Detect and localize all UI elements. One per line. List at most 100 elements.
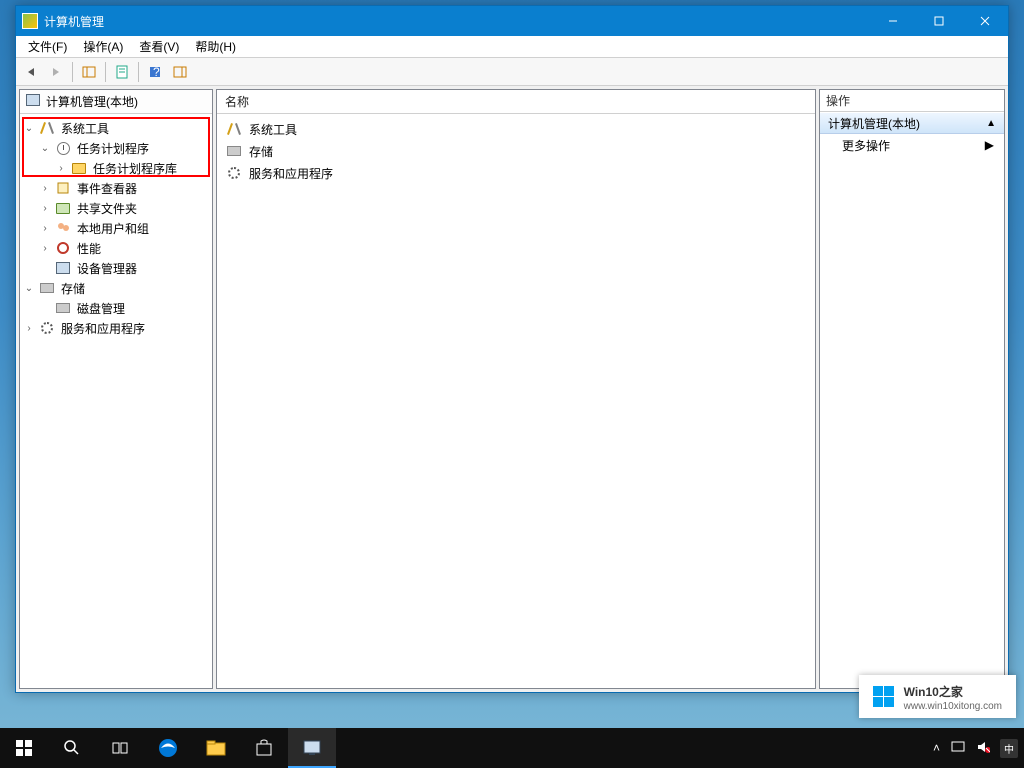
expand-icon[interactable]: › [38,181,52,195]
tree-label: 任务计划程序库 [90,159,180,178]
taskbar-explorer[interactable] [192,728,240,768]
tree-label: 本地用户和组 [74,219,152,238]
tools-icon [39,120,55,136]
disk-icon [55,300,71,316]
folder-icon [71,160,87,176]
toolbar-separator [105,62,106,82]
show-hide-tree-button[interactable] [78,61,100,83]
tree-label: 事件查看器 [74,179,140,198]
expand-icon[interactable] [38,261,52,275]
clock-icon [55,140,71,156]
list-item[interactable]: 系统工具 [221,118,811,140]
expand-icon[interactable] [38,301,52,315]
column-header-label: 名称 [225,93,249,110]
action-more[interactable]: 更多操作 ▶ [820,134,1004,156]
minimize-button[interactable] [870,6,916,36]
details-list: 系统工具 存储 服务和应用程序 [217,114,815,188]
navigation-tree: ⌄ 系统工具 ⌄ 任务计划程序 › 任务计划程序库 › 事件查看 [20,114,212,342]
performance-icon [55,240,71,256]
expand-icon[interactable]: ⌄ [22,281,36,295]
volume-icon[interactable] [976,740,990,757]
forward-button[interactable] [45,61,67,83]
actions-title-label: 操作 [826,92,850,109]
expand-icon[interactable]: › [38,201,52,215]
menu-action[interactable]: 操作(A) [75,36,131,57]
tree-node-disk-management[interactable]: 磁盘管理 [22,298,210,318]
expand-icon[interactable]: ⌄ [22,121,36,135]
list-item-label: 系统工具 [249,121,297,138]
properties-button[interactable] [111,61,133,83]
search-button[interactable] [48,728,96,768]
menu-bar: 文件(F) 操作(A) 查看(V) 帮助(H) [16,36,1008,58]
toolbar: ? [16,58,1008,86]
title-bar[interactable]: 计算机管理 [16,6,1008,36]
menu-help[interactable]: 帮助(H) [187,36,244,57]
svg-text:?: ? [153,65,160,79]
start-button[interactable] [0,728,48,768]
watermark-title-zh: 之家 [939,685,963,699]
chevron-up-icon: ▲ [986,118,996,129]
tree-node-device-manager[interactable]: 设备管理器 [22,258,210,278]
tree-label: 系统工具 [58,119,112,138]
tray-chevron-icon[interactable]: ˄ [933,741,940,755]
menu-file[interactable]: 文件(F) [20,36,75,57]
tree-root-header[interactable]: 计算机管理(本地) [20,90,212,114]
close-button[interactable] [962,6,1008,36]
network-icon[interactable] [950,740,966,757]
expand-icon[interactable]: › [38,221,52,235]
actions-category-label: 计算机管理(本地) [828,115,920,132]
show-actions-button[interactable] [169,61,191,83]
event-icon [55,180,71,196]
services-icon [225,164,243,182]
tree-label: 服务和应用程序 [58,319,148,338]
tree-label: 共享文件夹 [74,199,140,218]
tree-node-performance[interactable]: › 性能 [22,238,210,258]
device-icon [55,260,71,276]
tree-node-event-viewer[interactable]: › 事件查看器 [22,178,210,198]
watermark-title-en: Win10 [904,685,939,699]
watermark-url: www.win10xitong.com [904,701,1002,712]
list-item[interactable]: 存储 [221,140,811,162]
expand-icon[interactable]: › [22,321,36,335]
tree-label: 设备管理器 [74,259,140,278]
maximize-button[interactable] [916,6,962,36]
list-item[interactable]: 服务和应用程序 [221,162,811,184]
actions-panel: 操作 计算机管理(本地) ▲ 更多操作 ▶ [819,89,1005,689]
taskbar-computer-management[interactable] [288,728,336,768]
tools-icon [225,120,243,138]
tree-label: 性能 [74,239,104,258]
tree-node-services-apps[interactable]: › 服务和应用程序 [22,318,210,338]
tree-node-shared-folders[interactable]: › 共享文件夹 [22,198,210,218]
windows-logo-icon [873,686,894,707]
toolbar-separator [138,62,139,82]
help-button[interactable]: ? [144,61,166,83]
actions-category[interactable]: 计算机管理(本地) ▲ [820,112,1004,134]
computer-management-window: 计算机管理 文件(F) 操作(A) 查看(V) 帮助(H) ? 计算机管理(本地… [15,5,1009,693]
tree-node-system-tools[interactable]: ⌄ 系统工具 [22,118,210,138]
tree-node-local-users-groups[interactable]: › 本地用户和组 [22,218,210,238]
tree-node-task-scheduler[interactable]: ⌄ 任务计划程序 [22,138,210,158]
expand-icon[interactable]: › [54,161,68,175]
taskbar-store[interactable] [240,728,288,768]
back-button[interactable] [20,61,42,83]
tree-label: 任务计划程序 [74,139,152,158]
menu-view[interactable]: 查看(V) [131,36,187,57]
taskbar-edge[interactable] [144,728,192,768]
taskbar: ˄ 中 [0,728,1024,768]
content-area: 计算机管理(本地) ⌄ 系统工具 ⌄ 任务计划程序 › 任务计划程序库 [16,86,1008,692]
ime-indicator[interactable]: 中 [1000,739,1018,758]
expand-icon[interactable]: ⌄ [38,141,52,155]
column-header-name[interactable]: 名称 [217,90,815,114]
action-label: 更多操作 [842,137,890,154]
actions-panel-title: 操作 [820,90,1004,112]
expand-icon[interactable]: › [38,241,52,255]
tree-node-storage[interactable]: ⌄ 存储 [22,278,210,298]
tree-root-label: 计算机管理(本地) [46,93,138,110]
navigation-tree-panel: 计算机管理(本地) ⌄ 系统工具 ⌄ 任务计划程序 › 任务计划程序库 [19,89,213,689]
tree-node-task-scheduler-library[interactable]: › 任务计划程序库 [22,158,210,178]
app-icon [22,13,38,29]
list-item-label: 存储 [249,143,273,160]
computer-icon [26,94,42,110]
task-view-button[interactable] [96,728,144,768]
users-icon [55,220,71,236]
